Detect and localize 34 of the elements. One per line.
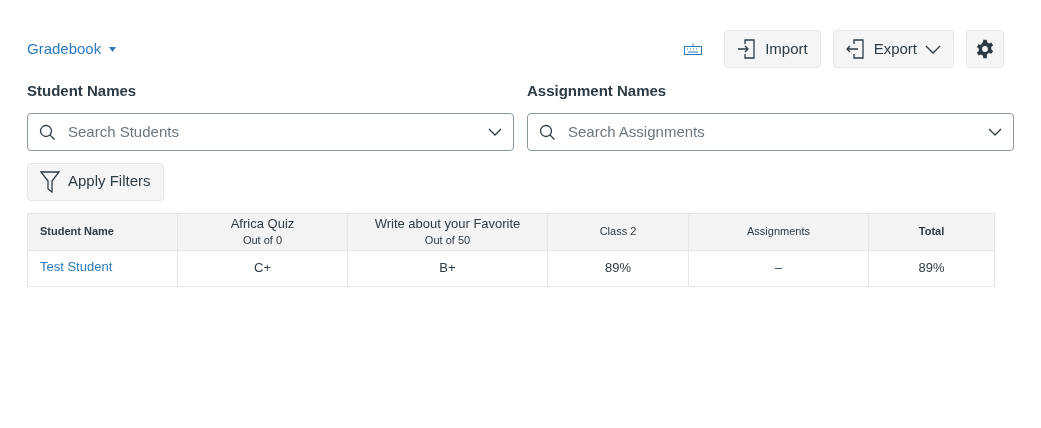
- filter-label: Student Names: [27, 81, 138, 101]
- points-possible: Out of 50: [424, 232, 471, 248]
- chevron-down-icon: [988, 127, 1002, 136]
- column-header: Total: [918, 224, 945, 240]
- import-icon: [737, 39, 758, 59]
- grade-cell[interactable]: 89%: [548, 250, 689, 286]
- import-button[interactable]: Import: [724, 30, 821, 68]
- grade-cell[interactable]: –: [689, 250, 869, 286]
- column-header: Student Name: [40, 224, 115, 240]
- chevron-down-icon: [488, 127, 502, 136]
- points-possible: Out of 0: [242, 232, 283, 248]
- grade-cell[interactable]: C+: [178, 250, 348, 286]
- export-icon: [845, 39, 866, 59]
- column-header: Write about your Favorite: [374, 215, 521, 232]
- column-header: Africa Quiz: [230, 215, 295, 232]
- settings-icon: [975, 39, 995, 59]
- column-header: Class 2: [599, 224, 637, 240]
- caret-icon: [109, 46, 117, 52]
- filter-label: Assignment Names: [527, 81, 668, 101]
- search-field[interactable]: Search Assignments: [527, 112, 1014, 151]
- keyboard-icon[interactable]: [684, 43, 703, 55]
- column-header: Assignments: [747, 224, 810, 240]
- settings-button[interactable]: [966, 30, 1004, 68]
- search-field[interactable]: Search Students: [27, 112, 514, 151]
- search-icon: [539, 123, 556, 141]
- export-button[interactable]: Export: [832, 30, 954, 68]
- grade-cell[interactable]: 89%: [869, 250, 994, 286]
- student-link[interactable]: Test Student: [40, 258, 113, 274]
- gradebook-menu[interactable]: Gradebook: [27, 37, 117, 61]
- filter-icon: [40, 170, 60, 193]
- grade-cell[interactable]: B+: [348, 250, 548, 286]
- chevron-down-icon: [925, 44, 941, 54]
- apply-filters-button[interactable]: Apply Filters: [27, 162, 164, 201]
- search-icon: [39, 123, 56, 141]
